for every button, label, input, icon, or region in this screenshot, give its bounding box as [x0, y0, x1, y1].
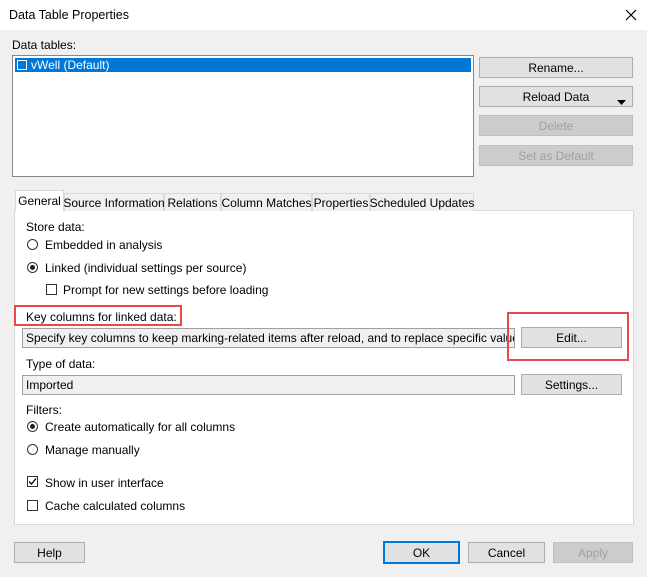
embedded-radio[interactable]	[27, 239, 38, 250]
rename-button[interactable]: Rename...	[479, 57, 633, 78]
dropdown-arrow-icon	[617, 94, 626, 108]
tab-source-information[interactable]: Source Information	[63, 193, 165, 211]
tab-scheduled-updates[interactable]: Scheduled Updates	[370, 193, 474, 211]
key-columns-field: Specify key columns to keep marking-rela…	[22, 328, 515, 348]
ok-button[interactable]: OK	[383, 541, 460, 564]
settings-button[interactable]: Settings...	[521, 374, 622, 395]
show-ui-label: Show in user interface	[45, 476, 164, 490]
tab-column-matches[interactable]: Column Matches	[221, 193, 312, 211]
linked-label: Linked (individual settings per source)	[45, 261, 247, 275]
filters-label: Filters:	[26, 403, 62, 417]
type-of-data-field: Imported	[22, 375, 515, 395]
reload-data-label: Reload Data	[522, 89, 590, 104]
tab-general[interactable]: General	[15, 190, 64, 211]
reload-data-button[interactable]: Reload Data	[479, 86, 633, 107]
table-icon	[17, 60, 27, 70]
prompt-checkbox[interactable]	[46, 284, 57, 295]
data-tables-label: Data tables:	[12, 38, 77, 52]
delete-button[interactable]: Delete	[479, 115, 633, 136]
linked-radio[interactable]	[27, 262, 38, 273]
key-columns-label: Key columns for linked data:	[26, 310, 177, 324]
create-auto-label: Create automatically for all columns	[45, 420, 236, 434]
data-tables-list[interactable]: vWell (Default)	[12, 55, 474, 177]
checkmark-icon	[28, 478, 37, 485]
list-item-label: vWell (Default)	[31, 58, 110, 72]
cache-label: Cache calculated columns	[45, 499, 186, 513]
tab-properties[interactable]: Properties	[312, 193, 370, 211]
tab-relations[interactable]: Relations	[164, 193, 221, 211]
create-auto-radio[interactable]	[27, 421, 38, 432]
help-button[interactable]: Help	[14, 542, 85, 563]
list-item[interactable]: vWell (Default)	[15, 58, 471, 72]
manage-manually-radio[interactable]	[27, 444, 38, 455]
cache-checkbox[interactable]	[27, 500, 38, 511]
apply-button[interactable]: Apply	[553, 542, 633, 563]
store-data-label: Store data:	[26, 220, 85, 234]
cancel-button[interactable]: Cancel	[468, 542, 545, 563]
prompt-label: Prompt for new settings before loading	[63, 283, 269, 297]
embedded-label: Embedded in analysis	[45, 238, 163, 252]
close-icon[interactable]	[618, 2, 644, 28]
type-of-data-label: Type of data:	[26, 357, 96, 371]
manage-manually-label: Manage manually	[45, 443, 140, 457]
show-ui-checkbox[interactable]	[27, 476, 38, 487]
window-title: Data Table Properties	[9, 8, 129, 22]
set-as-default-button[interactable]: Set as Default	[479, 145, 633, 166]
edit-button[interactable]: Edit...	[521, 327, 622, 348]
